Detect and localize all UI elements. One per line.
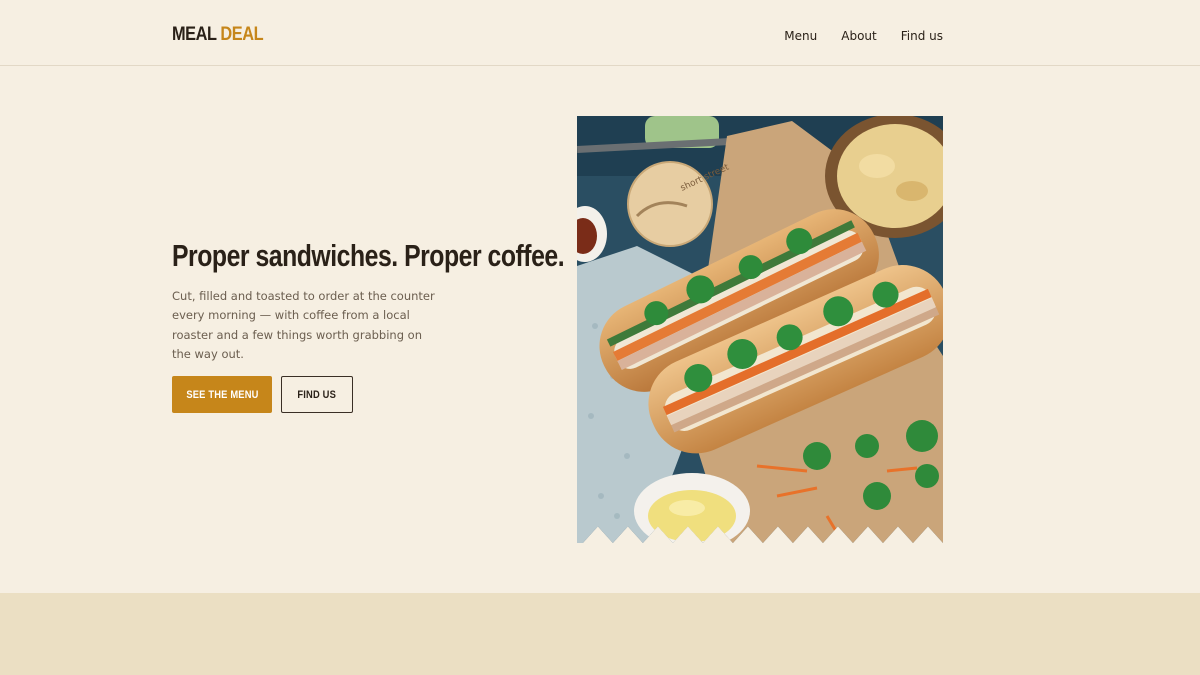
- logo[interactable]: MEAL DEAL: [172, 24, 264, 46]
- nav-menu-link[interactable]: Menu: [784, 29, 817, 43]
- hero-sandwich-photo: short street: [577, 116, 943, 543]
- main-nav: Menu About Find us: [784, 29, 943, 43]
- hero-title: Proper sandwiches. Proper coffee.: [172, 238, 565, 273]
- find-us-label: FIND US: [297, 388, 337, 401]
- logo-accent: DEAL: [220, 24, 264, 45]
- next-section-band: [0, 593, 1200, 675]
- logo-main: MEAL: [172, 24, 217, 45]
- sandwich-illustration: short street: [577, 116, 943, 543]
- hero-description: Cut, filled and toasted to order at the …: [172, 289, 435, 361]
- nav-find-us-link[interactable]: Find us: [901, 29, 943, 43]
- site-header: MEAL DEAL Menu About Find us: [0, 0, 1200, 66]
- see-the-menu-button[interactable]: SEE THE MENU: [172, 376, 272, 413]
- nav-about-link[interactable]: About: [841, 29, 876, 43]
- see-the-menu-label: SEE THE MENU: [185, 388, 259, 401]
- find-us-button[interactable]: FIND US: [281, 376, 353, 413]
